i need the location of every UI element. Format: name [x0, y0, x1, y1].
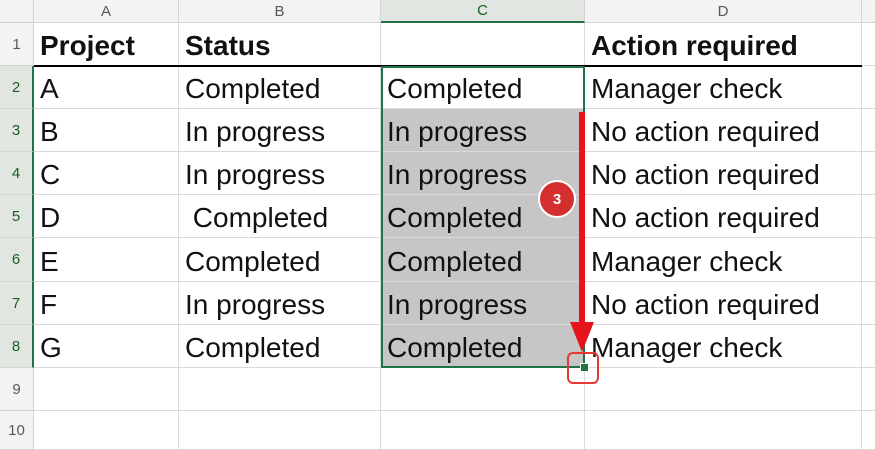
cell-d6[interactable]: Manager check: [585, 238, 862, 282]
cell-b2[interactable]: Completed: [179, 66, 381, 109]
cell-b10[interactable]: [179, 411, 381, 450]
cell-e2[interactable]: [862, 66, 875, 109]
cell-b7[interactable]: In progress: [179, 282, 381, 325]
down-arrow-icon: [579, 112, 585, 332]
cell-d9[interactable]: [585, 368, 862, 411]
cell-d7[interactable]: No action required: [585, 282, 862, 325]
row-header-5[interactable]: 5: [0, 195, 34, 238]
row-header-10[interactable]: 10: [0, 411, 34, 450]
cell-c7[interactable]: In progress: [381, 282, 585, 325]
fill-handle[interactable]: [580, 363, 589, 372]
cell-e6[interactable]: [862, 238, 875, 282]
cell-c10[interactable]: [381, 411, 585, 450]
cell-d1[interactable]: Action required: [585, 23, 862, 66]
arrow-head-icon: [570, 322, 594, 352]
cell-e7[interactable]: [862, 282, 875, 325]
cell-a6[interactable]: E: [34, 238, 179, 282]
cell-a8[interactable]: G: [34, 325, 179, 368]
cell-e5[interactable]: [862, 195, 875, 238]
cell-a5[interactable]: D: [34, 195, 179, 238]
cell-a9[interactable]: [34, 368, 179, 411]
cell-a4[interactable]: C: [34, 152, 179, 195]
cell-e1[interactable]: [862, 23, 875, 66]
cell-b3[interactable]: In progress: [179, 109, 381, 152]
cell-c9[interactable]: [381, 368, 585, 411]
cell-a10[interactable]: [34, 411, 179, 450]
cell-e3[interactable]: [862, 109, 875, 152]
cell-a3[interactable]: B: [34, 109, 179, 152]
row-header-8[interactable]: 8: [0, 325, 34, 368]
cell-c6[interactable]: Completed: [381, 238, 585, 282]
cell-c1[interactable]: [381, 23, 585, 66]
cell-a1[interactable]: Project: [34, 23, 179, 66]
cell-e4[interactable]: [862, 152, 875, 195]
row-header-7[interactable]: 7: [0, 282, 34, 325]
cell-d3[interactable]: No action required: [585, 109, 862, 152]
row-header-3[interactable]: 3: [0, 109, 34, 152]
cell-c2[interactable]: Completed: [381, 66, 585, 109]
cell-b8[interactable]: Completed: [179, 325, 381, 368]
cell-d8[interactable]: Manager check: [585, 325, 862, 368]
select-all-corner[interactable]: [0, 0, 34, 23]
cell-b5[interactable]: Completed: [179, 195, 381, 238]
column-header-a[interactable]: A: [34, 0, 179, 23]
cell-b9[interactable]: [179, 368, 381, 411]
cell-e9[interactable]: [862, 368, 875, 411]
row-header-2[interactable]: 2: [0, 66, 34, 109]
header-bottom-border: [34, 65, 862, 67]
cell-b4[interactable]: In progress: [179, 152, 381, 195]
column-header-c[interactable]: C: [381, 0, 585, 23]
row-header-1[interactable]: 1: [0, 23, 34, 66]
cell-e8[interactable]: [862, 325, 875, 368]
cell-a2[interactable]: A: [34, 66, 179, 109]
column-header-e-partial[interactable]: [862, 0, 875, 23]
cell-d10[interactable]: [585, 411, 862, 450]
cell-d4[interactable]: No action required: [585, 152, 862, 195]
cell-d2[interactable]: Manager check: [585, 66, 862, 109]
row-header-4[interactable]: 4: [0, 152, 34, 195]
column-header-b[interactable]: B: [179, 0, 381, 23]
cell-b6[interactable]: Completed: [179, 238, 381, 282]
cell-d5[interactable]: No action required: [585, 195, 862, 238]
cell-c8[interactable]: Completed: [381, 325, 585, 368]
cell-e10[interactable]: [862, 411, 875, 450]
spreadsheet-grid: A B C D 1 2 3 4 5 6 7 8 9 10 Project Sta…: [0, 0, 875, 450]
column-header-d[interactable]: D: [585, 0, 862, 23]
step-number-badge: 3: [540, 182, 574, 216]
row-header-6[interactable]: 6: [0, 238, 34, 282]
cell-b1[interactable]: Status: [179, 23, 381, 66]
row-header-9[interactable]: 9: [0, 368, 34, 411]
cell-a7[interactable]: F: [34, 282, 179, 325]
cell-c3[interactable]: In progress: [381, 109, 585, 152]
